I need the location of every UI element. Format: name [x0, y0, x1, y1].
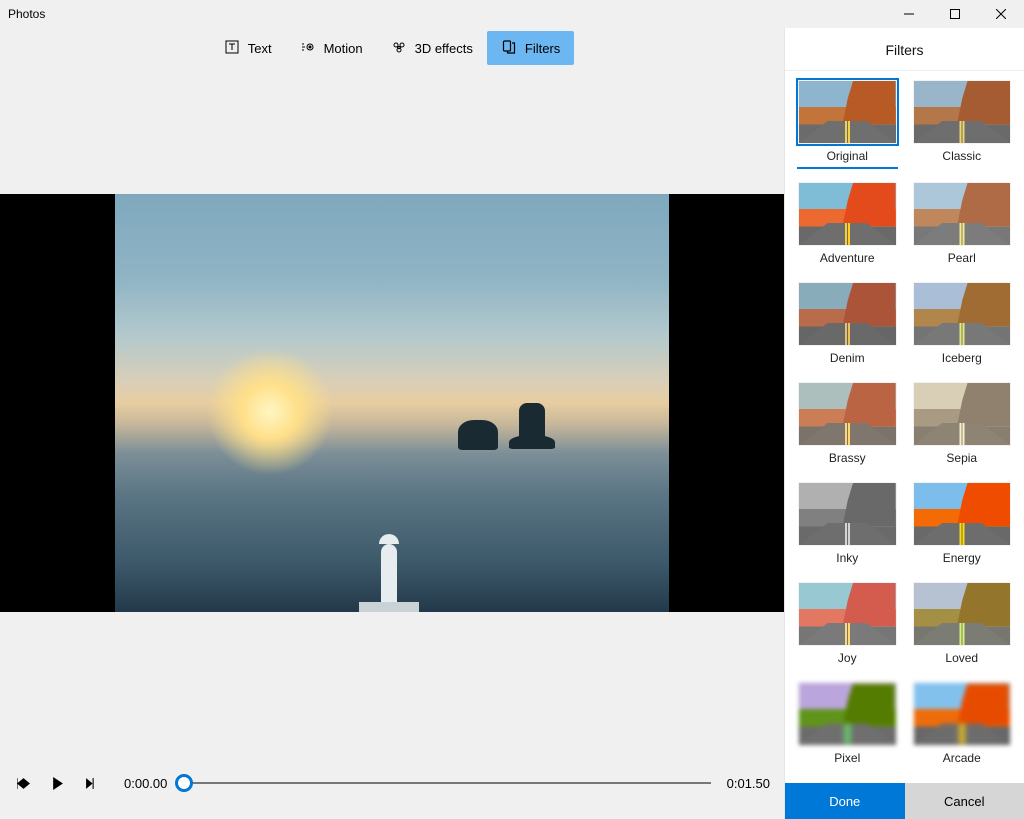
filter-label: Arcade [914, 751, 1011, 767]
toolbar-text-button[interactable]: Text [210, 31, 286, 65]
filter-inky[interactable]: Inky [799, 483, 896, 567]
filter-thumbnail [914, 183, 1011, 245]
video-preview[interactable] [115, 194, 669, 612]
filter-thumbnail [914, 683, 1011, 745]
playback-end-time: 0:01.50 [727, 776, 770, 791]
filter-denim[interactable]: Denim [799, 283, 896, 367]
filter-label: Denim [799, 351, 896, 367]
playback-current-time: 0:00.00 [124, 776, 167, 791]
filters-grid: Original Classic Adventure Pearl Denim Iceber… [799, 81, 1010, 767]
filter-energy[interactable]: Energy [914, 483, 1011, 567]
motion-icon [300, 39, 316, 58]
filter-pearl[interactable]: Pearl [914, 183, 1011, 267]
filter-thumbnail [914, 81, 1011, 143]
minimize-button[interactable] [886, 0, 932, 28]
filter-thumbnail [799, 283, 896, 345]
filter-thumbnail [799, 183, 896, 245]
3d-effects-icon [391, 39, 407, 58]
text-icon [224, 39, 240, 58]
toolbar-3deffects-button[interactable]: 3D effects [377, 31, 487, 65]
filter-label: Brassy [799, 451, 896, 467]
filter-adventure[interactable]: Adventure [799, 183, 896, 267]
toolbar-item-label: Filters [525, 41, 560, 56]
play-icon [51, 777, 64, 790]
minimize-icon [904, 9, 914, 19]
filter-classic[interactable]: Classic [914, 81, 1011, 167]
filter-thumbnail [799, 383, 896, 445]
filter-thumbnail [914, 583, 1011, 645]
playback-timeline[interactable] [177, 773, 710, 793]
maximize-icon [950, 9, 960, 19]
step-back-button[interactable] [8, 768, 38, 798]
video-preview-area [0, 194, 784, 612]
filter-joy[interactable]: Joy [799, 583, 896, 667]
maximize-button[interactable] [932, 0, 978, 28]
filter-arcade[interactable]: Arcade [914, 683, 1011, 767]
filters-scroll[interactable]: Original Classic Adventure Pearl Denim Iceber… [785, 71, 1024, 783]
toolbar-item-label: Motion [324, 41, 363, 56]
toolbar-motion-button[interactable]: Motion [286, 31, 377, 65]
timeline-track [177, 782, 710, 784]
filter-label: Energy [914, 551, 1011, 567]
filter-sepia[interactable]: Sepia [914, 383, 1011, 467]
filter-pixel[interactable]: Pixel [799, 683, 896, 767]
filter-label: Inky [799, 551, 896, 567]
timeline-thumb[interactable] [175, 774, 193, 792]
filter-iceberg[interactable]: Iceberg [914, 283, 1011, 367]
done-button[interactable]: Done [785, 783, 905, 819]
playback-bar: 0:00.00 0:01.50 [0, 763, 784, 803]
cancel-button[interactable]: Cancel [905, 783, 1024, 819]
filter-thumbnail [914, 283, 1011, 345]
filter-loved[interactable]: Loved [914, 583, 1011, 667]
filters-panel: Filters Original Classic Adventure Pearl Den… [784, 28, 1024, 819]
toolbar-item-label: 3D effects [415, 41, 473, 56]
filter-thumbnail [799, 583, 896, 645]
close-button[interactable] [978, 0, 1024, 28]
editor-toolbar: Text Motion 3D effects Filters [0, 28, 784, 68]
step-forward-icon [85, 777, 98, 790]
main-column: Text Motion 3D effects Filters 0:00.00 [0, 28, 784, 819]
panel-title: Filters [785, 28, 1024, 71]
step-forward-button[interactable] [76, 768, 106, 798]
app-body: Text Motion 3D effects Filters 0:00.00 [0, 28, 1024, 819]
filter-label: Classic [914, 149, 1011, 165]
filter-label: Joy [799, 651, 896, 667]
step-back-icon [17, 777, 30, 790]
filter-original[interactable]: Original [799, 81, 896, 167]
filter-label: Adventure [799, 251, 896, 267]
toolbar-filters-button[interactable]: Filters [487, 31, 574, 65]
filter-label: Pearl [914, 251, 1011, 267]
filter-thumbnail [914, 483, 1011, 545]
filter-label: Sepia [914, 451, 1011, 467]
filter-label: Iceberg [914, 351, 1011, 367]
app-title: Photos [8, 7, 45, 21]
toolbar-item-label: Text [248, 41, 272, 56]
panel-footer: Done Cancel [785, 783, 1024, 819]
window-controls [886, 0, 1024, 28]
filters-icon [501, 39, 517, 58]
filter-thumbnail [914, 383, 1011, 445]
close-icon [996, 9, 1006, 19]
filter-brassy[interactable]: Brassy [799, 383, 896, 467]
filter-thumbnail [799, 81, 896, 143]
filter-label: Loved [914, 651, 1011, 667]
filter-label: Pixel [799, 751, 896, 767]
title-bar: Photos [0, 0, 1024, 28]
filter-thumbnail [799, 683, 896, 745]
filter-thumbnail [799, 483, 896, 545]
play-button[interactable] [42, 768, 72, 798]
filter-label: Original [797, 149, 898, 169]
